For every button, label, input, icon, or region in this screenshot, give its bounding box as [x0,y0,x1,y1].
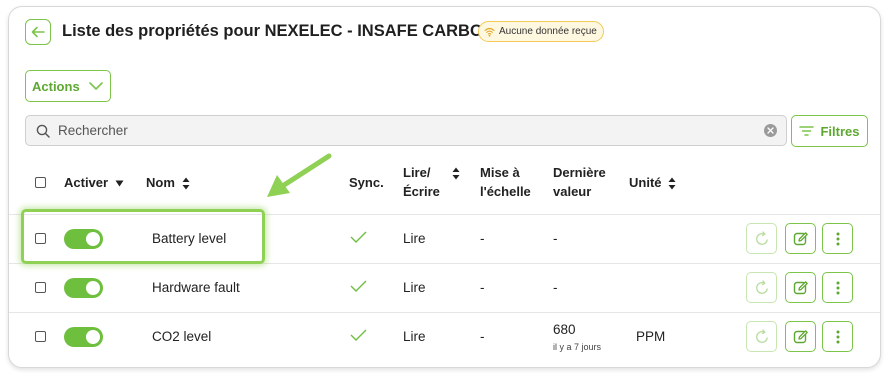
filters-label: Filtres [820,123,860,139]
column-header-activer[interactable]: Activer [64,173,124,192]
select-all-checkbox[interactable] [35,177,46,188]
page-title: Liste des propriétés pour NEXELEC - INSA… [62,22,495,40]
column-header-lire-ecrire-line1: Lire/ [403,165,431,180]
back-arrow-icon [31,26,45,38]
status-badge-label: Aucune donnée reçue [499,26,597,37]
more-vertical-icon [836,330,839,343]
scale-value: - [480,329,485,344]
refresh-icon [755,279,768,294]
column-header-mise-echelle-line1: Mise à [480,165,520,180]
checkmark-icon [350,231,367,243]
edit-icon [793,280,808,294]
column-header-mise-echelle-line2: l'échelle [480,184,531,199]
more-options-button[interactable] [822,272,853,303]
column-header-lire-ecrire[interactable]: Lire/ Écrire [403,163,460,201]
actions-label: Actions [32,78,80,94]
column-header-derniere-valeur: Dernière valeur [553,163,606,201]
column-header-activer-label: Activer [64,175,109,190]
checkmark-icon [350,280,367,292]
checkmark-icon [350,329,367,341]
edit-icon [793,231,808,245]
search-icon [36,124,50,138]
search-placeholder: Rechercher [58,123,128,138]
sort-icon [668,177,676,190]
refresh-icon [755,230,768,245]
caret-down-icon [115,180,124,187]
search-input[interactable]: Rechercher [25,115,787,146]
sort-icon [182,177,190,190]
read-write-value: Lire [403,329,426,344]
edit-button[interactable] [785,223,816,254]
last-value-time: il y a 7 jours [553,342,602,352]
row-divider [9,312,880,313]
column-header-unite[interactable]: Unité [629,173,676,192]
actions-dropdown[interactable]: Actions [25,70,111,102]
filter-icon [799,126,815,136]
scale-value: - [480,280,485,295]
edit-icon [793,329,808,343]
property-name: CO2 level [152,329,212,344]
last-value: - [553,280,558,295]
properties-card: Liste des propriétés pour NEXELEC - INSA… [8,6,881,368]
more-options-button[interactable] [822,223,853,254]
column-header-lire-ecrire-line2: Écrire [403,184,440,199]
filters-button[interactable]: Filtres [791,115,868,147]
highlight-box [21,209,265,264]
more-vertical-icon [836,232,839,245]
unit-value: PPM [636,329,666,344]
status-badge: Aucune donnée reçue [478,21,604,42]
activer-toggle[interactable] [64,278,103,298]
activer-toggle[interactable] [64,327,103,347]
chevron-down-icon [88,82,103,90]
last-value: - [553,231,558,246]
back-button[interactable] [25,19,51,45]
column-header-unite-label: Unité [629,175,662,190]
wifi-icon [484,27,495,37]
more-options-button[interactable] [822,321,853,352]
column-header-sync: Sync. [349,175,384,190]
row-checkbox[interactable] [35,331,46,342]
column-header-mise-echelle: Mise à l'échelle [480,163,531,201]
refresh-button[interactable] [746,321,777,352]
edit-button[interactable] [785,321,816,352]
scale-value: - [480,231,485,246]
property-name: Hardware fault [152,280,240,295]
column-header-nom-label: Nom [146,175,175,190]
column-header-derniere-valeur-line1: Dernière [553,165,606,180]
sort-icon [452,167,460,180]
refresh-icon [755,328,768,343]
clear-icon[interactable] [764,124,777,137]
column-header-nom[interactable]: Nom [146,173,190,192]
refresh-button[interactable] [746,272,777,303]
more-vertical-icon [836,281,839,294]
row-checkbox[interactable] [35,282,46,293]
edit-button[interactable] [785,272,816,303]
last-value: 680 [553,322,576,337]
column-header-derniere-valeur-line2: valeur [553,184,592,199]
read-write-value: Lire [403,280,426,295]
refresh-button[interactable] [746,223,777,254]
read-write-value: Lire [403,231,426,246]
annotation-arrow-icon [267,153,332,197]
